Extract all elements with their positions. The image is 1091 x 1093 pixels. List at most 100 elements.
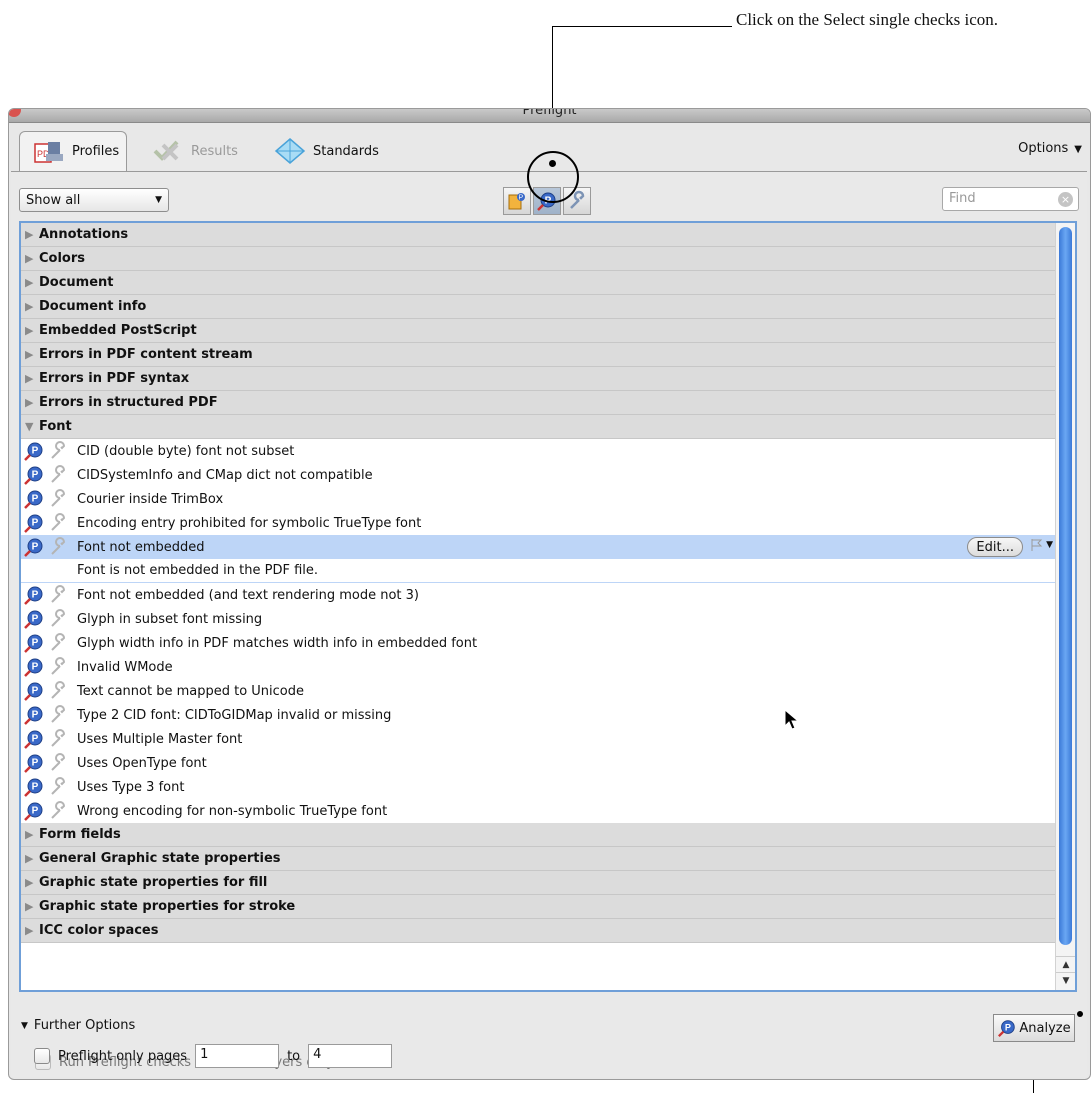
fixup-wrench-icon (51, 633, 66, 651)
tab-results-label: Results (191, 143, 238, 159)
group-row[interactable]: ▶ Colors (21, 247, 1057, 271)
single-check-icon: P (24, 802, 43, 821)
tab-profiles-label: Profiles (72, 144, 120, 159)
disclosure-down-icon: ▼ (21, 1020, 28, 1031)
svg-text:P: P (32, 662, 39, 673)
check-item-row[interactable]: P Type 2 CID font: CIDToGIDMap invalid or… (21, 703, 1057, 727)
group-row[interactable]: ▶ Form fields (21, 823, 1057, 847)
tab-results[interactable]: Results (139, 131, 251, 171)
check-item-row[interactable]: P Invalid WMode (21, 655, 1057, 679)
disclosure-right-icon[interactable]: ▶ (21, 396, 39, 409)
flag-menu[interactable]: ▼ (1030, 538, 1053, 552)
check-item-row[interactable]: P Uses Multiple Master font (21, 727, 1057, 751)
disclosure-right-icon[interactable]: ▶ (21, 924, 39, 937)
check-item-row[interactable]: P Courier inside TrimBox (21, 487, 1057, 511)
group-row[interactable]: ▶ Document info (21, 295, 1057, 319)
group-row[interactable]: ▶ Graphic state properties for fill (21, 871, 1057, 895)
analyze-icon: P (998, 1020, 1016, 1037)
check-item-icons: P (23, 632, 77, 654)
single-check-icon: P (24, 514, 43, 533)
check-item-row[interactable]: P Glyph width info in PDF matches width i… (21, 631, 1057, 655)
fixup-wrench-icon (51, 657, 66, 675)
fixup-wrench-icon (51, 465, 66, 483)
disclosure-right-icon[interactable]: ▶ (21, 300, 39, 313)
scroll-down-arrow-icon[interactable]: ▼ (1056, 972, 1075, 988)
edit-button[interactable]: Edit... (967, 537, 1023, 557)
check-item-row[interactable]: P Font not embedded Edit... ▼ (21, 535, 1057, 559)
fixup-wrench-icon (51, 585, 66, 603)
clear-search-icon[interactable]: × (1058, 192, 1073, 207)
tab-profiles[interactable]: PDF Profiles (19, 131, 127, 171)
check-item-label: Text cannot be mapped to Unicode (77, 683, 304, 699)
group-row[interactable]: ▶ Document (21, 271, 1057, 295)
group-row[interactable]: ▶ Graphic state properties for stroke (21, 895, 1057, 919)
check-item-label: Encoding entry prohibited for symbolic T… (77, 515, 422, 531)
check-item-row[interactable]: P Encoding entry prohibited for symbolic … (21, 511, 1057, 535)
check-item-row[interactable]: P Font not embedded (and text rendering m… (21, 583, 1057, 607)
vertical-scrollbar[interactable]: ▲ ▼ (1055, 223, 1075, 990)
check-item-row[interactable]: P Glyph in subset font missing (21, 607, 1057, 631)
disclosure-right-icon[interactable]: ▶ (21, 324, 39, 337)
check-item-row[interactable]: P CIDSystemInfo and CMap dict not compati… (21, 463, 1057, 487)
pages-from-input[interactable]: 1 (195, 1044, 280, 1068)
analyze-callout-dot (1077, 1011, 1083, 1017)
group-row-font[interactable]: ▼ Font (21, 415, 1057, 439)
check-item-row[interactable]: P Uses Type 3 font (21, 775, 1057, 799)
check-item-icons: P (23, 608, 77, 630)
check-item-icons: P (23, 656, 77, 678)
group-label: Annotations (39, 227, 129, 242)
check-item-row[interactable]: P Wrong encoding for non-symbolic TrueTyp… (21, 799, 1057, 823)
svg-text:P: P (32, 782, 39, 793)
show-filter-select[interactable]: Show all ▼ (19, 188, 169, 212)
results-icon (151, 137, 185, 165)
check-item-row[interactable]: P CID (double byte) font not subset (21, 439, 1057, 463)
profiles-panel: Show all ▼ P P Find × ▶ Annotations ▶ Color… (11, 171, 1087, 1077)
profiles-icon: PDF (32, 138, 66, 166)
pages-to-input[interactable]: 4 (308, 1044, 393, 1068)
analyze-button[interactable]: P Analyze (993, 1014, 1075, 1042)
preflight-pages-checkbox[interactable] (34, 1048, 50, 1064)
callout-dot (549, 160, 556, 167)
tab-standards[interactable]: Standards (261, 131, 401, 171)
group-row[interactable]: ▶ ICC color spaces (21, 919, 1057, 943)
group-row[interactable]: ▶ Errors in PDF content stream (21, 343, 1057, 367)
disclosure-right-icon[interactable]: ▶ (21, 828, 39, 841)
disclosure-down-icon[interactable]: ▼ (21, 420, 39, 433)
fixup-wrench-icon (51, 537, 66, 555)
check-item-icons: P (23, 440, 77, 462)
check-item-row[interactable]: P Text cannot be mapped to Unicode (21, 679, 1057, 703)
svg-text:P: P (519, 195, 524, 202)
check-item-icons: P (23, 728, 77, 750)
disclosure-right-icon[interactable]: ▶ (21, 852, 39, 865)
scroll-up-arrow-icon[interactable]: ▲ (1056, 956, 1075, 972)
group-row[interactable]: ▶ Errors in PDF syntax (21, 367, 1057, 391)
check-item-row[interactable]: P Uses OpenType font (21, 751, 1057, 775)
select-profiles-button[interactable]: P (503, 187, 531, 215)
scroll-thumb[interactable] (1059, 227, 1072, 945)
disclosure-right-icon[interactable]: ▶ (21, 348, 39, 361)
disclosure-right-icon[interactable]: ▶ (21, 900, 39, 913)
disclosure-right-icon[interactable]: ▶ (21, 372, 39, 385)
description-text: Font is not embedded in the PDF file. (77, 563, 319, 578)
svg-text:P: P (32, 734, 39, 745)
disclosure-right-icon[interactable]: ▶ (21, 276, 39, 289)
check-item-label: Uses Type 3 font (77, 779, 185, 795)
svg-text:P: P (32, 470, 39, 481)
preflight-pages-label: Preflight only pages (58, 1048, 188, 1064)
callout-line-horizontal (552, 26, 732, 27)
options-menu[interactable]: Options ▼ (1018, 141, 1082, 156)
group-row[interactable]: ▶ Embedded PostScript (21, 319, 1057, 343)
single-check-icon: P (24, 754, 43, 773)
check-item-icons: P (23, 752, 77, 774)
standards-icon (273, 137, 307, 165)
fixup-wrench-icon (51, 441, 66, 459)
disclosure-right-icon[interactable]: ▶ (21, 252, 39, 265)
disclosure-right-icon[interactable]: ▶ (21, 228, 39, 241)
group-row[interactable]: ▶ Errors in structured PDF (21, 391, 1057, 415)
find-input[interactable]: Find × (942, 187, 1079, 211)
further-options-toggle[interactable]: ▼ Further Options (21, 1018, 135, 1033)
disclosure-right-icon[interactable]: ▶ (21, 876, 39, 889)
group-row[interactable]: ▶ General Graphic state properties (21, 847, 1057, 871)
check-item-icons: P (23, 680, 77, 702)
group-row[interactable]: ▶ Annotations (21, 223, 1057, 247)
